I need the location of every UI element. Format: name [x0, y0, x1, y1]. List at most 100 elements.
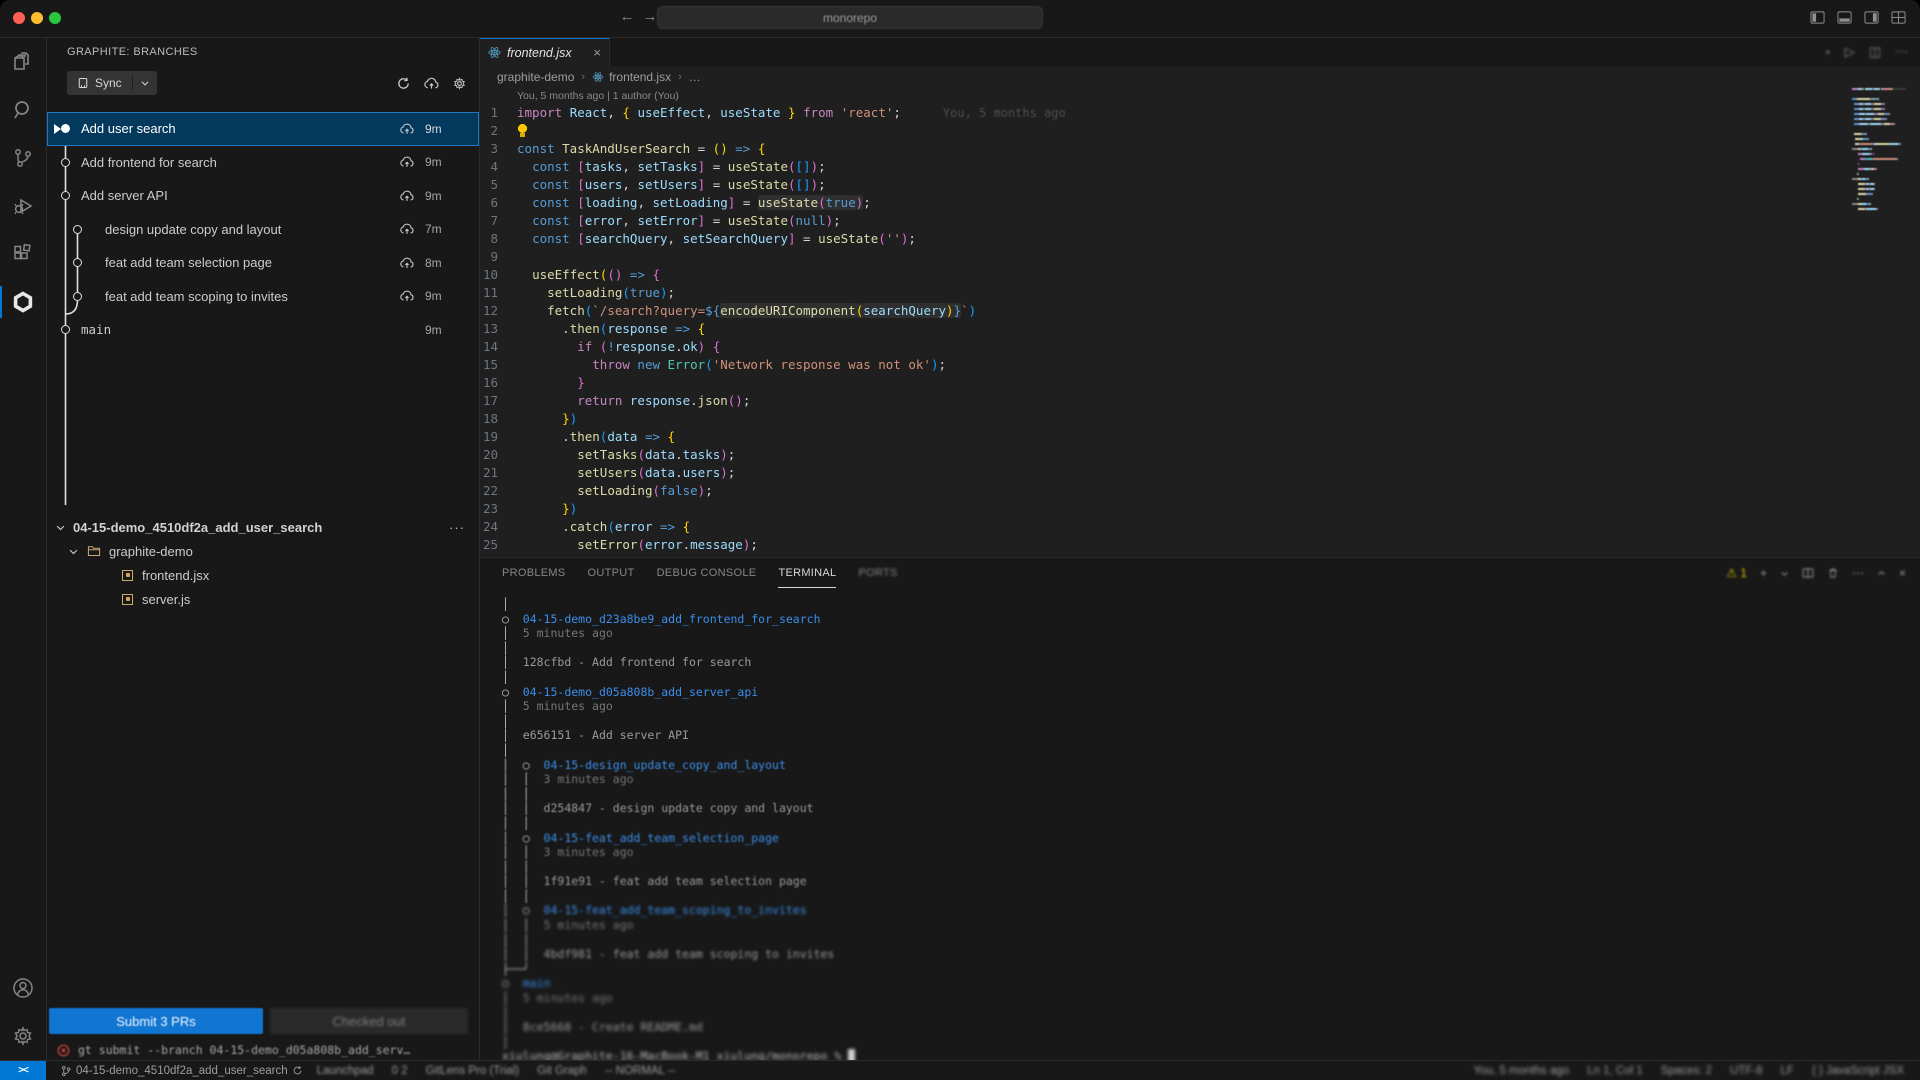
branch-cloud[interactable]: [399, 256, 415, 270]
toggle-primary-sidebar-icon[interactable]: [1810, 10, 1825, 25]
breadcrumb-item[interactable]: graphite-demo: [497, 70, 574, 84]
submit-prs-button[interactable]: Submit 3 PRs: [49, 1008, 263, 1034]
branch-time: 9m: [425, 323, 459, 337]
status-item[interactable]: { } JavaScript JSX: [1812, 1065, 1904, 1077]
activity-extensions-icon[interactable]: [0, 230, 46, 278]
status-item[interactable]: UTF-8: [1730, 1065, 1763, 1077]
close-tab-icon[interactable]: ×: [593, 45, 601, 60]
toggle-panel-icon[interactable]: [1837, 10, 1852, 25]
panel-tab-debug-console[interactable]: DEBUG CONSOLE: [657, 558, 757, 588]
split-terminal-icon[interactable]: [1802, 567, 1814, 579]
sync-dropdown-button[interactable]: [133, 78, 157, 88]
activity-search-icon[interactable]: [0, 86, 46, 134]
branch-row-feat-add-team-scoping-to-invites[interactable]: feat add team scoping to invites9m: [47, 280, 479, 314]
branch-row-main[interactable]: main9m: [47, 313, 479, 347]
cloud-upload-icon[interactable]: [423, 76, 440, 91]
branch-cloud[interactable]: [399, 222, 415, 236]
activity-source-control-icon[interactable]: [0, 134, 46, 182]
maximize-panel-icon[interactable]: [1877, 569, 1886, 578]
activity-run-debug-icon[interactable]: [0, 182, 46, 230]
editor-group[interactable]: frontend.jsx × ◔ ▷ ◫ ⋯ graphite-demo›fro…: [480, 38, 1920, 557]
lightbulb-icon[interactable]: [517, 124, 528, 137]
navigate-back-icon[interactable]: ←: [617, 8, 637, 25]
run-file-icon[interactable]: ▷: [1845, 44, 1855, 60]
branch-row-feat-add-team-selection-page[interactable]: feat add team selection page8m: [47, 246, 479, 280]
toggle-secondary-sidebar-icon[interactable]: [1864, 10, 1879, 25]
branch-row-add-frontend-for-search[interactable]: Add frontend for search9m: [47, 146, 479, 180]
refresh-icon[interactable]: [396, 76, 411, 91]
sync-button[interactable]: Sync: [67, 76, 133, 90]
status-item[interactable]: GitLens Pro (Trial): [426, 1065, 520, 1077]
branch-node-icon: [73, 258, 82, 267]
minimize-window-button[interactable]: [31, 12, 43, 24]
panel-tab-problems[interactable]: PROBLEMS: [502, 558, 566, 588]
settings-gear-icon[interactable]: [0, 1012, 46, 1060]
activity-explorer-icon[interactable]: [0, 38, 46, 86]
line-number: 22: [480, 482, 498, 500]
line-number: 1: [480, 104, 498, 122]
branch-cloud[interactable]: [399, 289, 415, 303]
terminal-warning-icon[interactable]: ⚠ 1: [1726, 566, 1747, 580]
terminal-dropdown-icon[interactable]: [1780, 569, 1789, 578]
worktree-folder-row[interactable]: graphite-demo: [47, 539, 479, 563]
file-row-frontend-jsx[interactable]: frontend.jsx: [47, 563, 479, 587]
branch-label: feat add team scoping to invites: [105, 289, 288, 304]
minimap-line: [1852, 198, 1912, 200]
gear-icon[interactable]: [452, 76, 467, 91]
status-item[interactable]: Ln 1, Col 1: [1587, 1065, 1643, 1077]
branch-row-add-server-api[interactable]: Add server API9m: [47, 179, 479, 213]
terminal-line: │ │: [502, 816, 1900, 831]
status-item[interactable]: You, 5 months ago: [1474, 1065, 1569, 1077]
terminal[interactable]: │○ 04-15-demo_d23a8be9_add_frontend_for_…: [502, 597, 1900, 1060]
code-area[interactable]: You, 5 months ago | 1 author (You) 1impo…: [480, 88, 1920, 557]
status-item[interactable]: -- NORMAL --: [605, 1065, 675, 1077]
customize-layout-icon[interactable]: [1891, 10, 1906, 25]
accounts-icon[interactable]: [0, 964, 46, 1012]
remote-indicator[interactable]: ><: [0, 1061, 46, 1080]
file-row-server-js[interactable]: server.js: [47, 587, 479, 611]
line-number: 15: [480, 356, 498, 374]
code-line: 15 throw new Error('Network response was…: [480, 356, 1920, 374]
status-item[interactable]: Launchpad: [317, 1065, 374, 1077]
minimap[interactable]: [1852, 88, 1912, 213]
status-item[interactable]: LF: [1781, 1065, 1794, 1077]
terminal-line: │ 8ce5668 - Create README.md: [502, 1020, 1900, 1035]
breadcrumb-item[interactable]: frontend.jsx: [592, 70, 671, 84]
branch-row-add-user-search[interactable]: Add user search9m: [47, 112, 479, 146]
checked-out-button[interactable]: Checked out: [270, 1008, 468, 1034]
panel-tab-ports[interactable]: PORTS: [858, 558, 897, 588]
split-editor-icon[interactable]: ◫: [1869, 44, 1881, 60]
codelens-blame[interactable]: You, 5 months ago | 1 author (You): [480, 88, 1920, 104]
tab-frontend-jsx[interactable]: frontend.jsx ×: [480, 38, 610, 66]
code-line: 13 .then(response => {: [480, 320, 1920, 338]
more-actions-icon[interactable]: ···: [449, 520, 465, 535]
status-item[interactable]: Spaces: 2: [1661, 1065, 1712, 1077]
panel-tab-output[interactable]: OUTPUT: [588, 558, 635, 588]
panel-tab-terminal[interactable]: TERMINAL: [778, 558, 836, 588]
close-window-button[interactable]: [13, 12, 25, 24]
branch-label: feat add team selection page: [105, 255, 272, 270]
status-branch-item[interactable]: 04-15-demo_4510df2a_add_user_search: [60, 1065, 303, 1077]
breadcrumb-item[interactable]: …: [689, 70, 701, 84]
toggle-blame-icon[interactable]: ◔: [1823, 45, 1831, 60]
branch-node-icon: [61, 325, 70, 334]
more-actions-icon[interactable]: ⋯: [1895, 44, 1908, 60]
new-terminal-icon[interactable]: +: [1760, 566, 1767, 580]
worktree-header[interactable]: 04-15-demo_4510df2a_add_user_search ···: [47, 515, 479, 539]
branch-row-design-update-copy-and-layout[interactable]: design update copy and layout7m: [47, 213, 479, 247]
status-item[interactable]: Git Graph: [537, 1065, 587, 1077]
close-panel-icon[interactable]: ×: [1899, 566, 1906, 580]
branch-cloud[interactable]: [399, 155, 415, 169]
activity-graphite-icon[interactable]: [0, 278, 46, 326]
status-item[interactable]: 0 2: [392, 1065, 408, 1077]
branch-cloud[interactable]: [399, 189, 415, 203]
trash-icon[interactable]: [1827, 567, 1839, 579]
terminal-line: │ 128cfbd - Add frontend for search: [502, 655, 1900, 670]
command-center-search[interactable]: monorepo: [657, 6, 1043, 29]
more-actions-icon[interactable]: ⋯: [1852, 566, 1864, 580]
submit-error-text: gt submit --branch 04-15-demo_d05a808b_a…: [78, 1043, 410, 1057]
code-line: 16 }: [480, 374, 1920, 392]
line-number: 21: [480, 464, 498, 482]
branch-cloud[interactable]: [399, 122, 415, 136]
zoom-window-button[interactable]: [49, 12, 61, 24]
